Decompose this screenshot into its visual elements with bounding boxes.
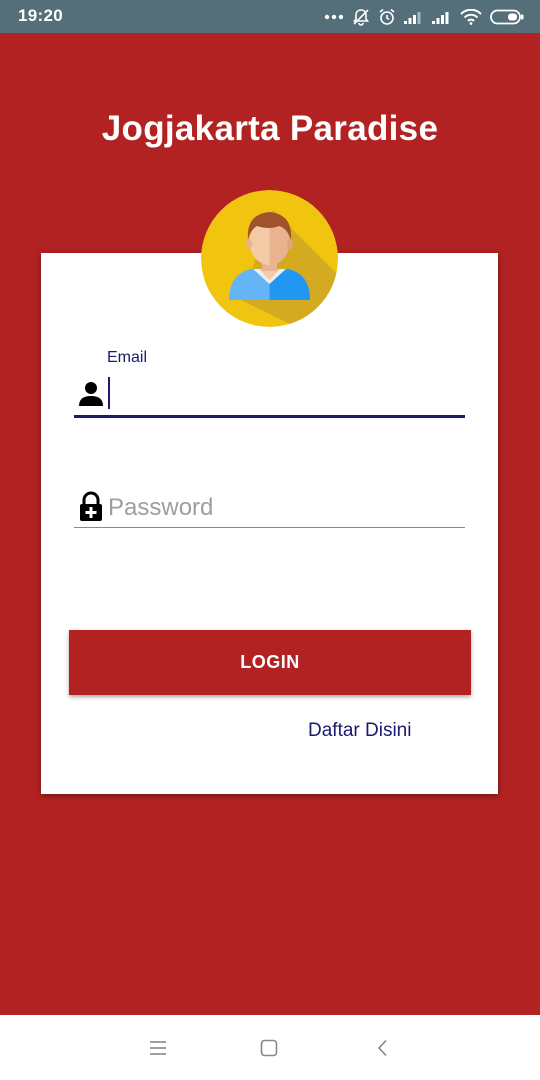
avatar-icon (201, 190, 338, 327)
menu-icon[interactable] (145, 1035, 171, 1061)
login-card: Email LOGIN Daftar Disini (41, 253, 498, 794)
notifications-off-icon (352, 8, 370, 26)
navigation-bar (0, 1015, 540, 1080)
app-title: Jogjakarta Paradise (101, 109, 439, 148)
email-input[interactable] (108, 377, 458, 409)
app-area: Jogjakarta Paradise Email LOGIN Daftar D… (0, 33, 540, 1015)
person-icon (78, 379, 104, 409)
password-field-row (74, 489, 465, 528)
back-icon[interactable] (370, 1035, 396, 1061)
register-link[interactable]: Daftar Disini (308, 720, 411, 742)
battery-icon (490, 9, 524, 25)
status-icons (324, 6, 524, 28)
more-dots-icon (324, 14, 344, 20)
password-input[interactable] (108, 491, 458, 525)
email-label: Email (107, 349, 148, 366)
signal-icon (432, 10, 452, 24)
login-button[interactable]: LOGIN (69, 630, 471, 695)
alarm-icon (378, 8, 396, 26)
wifi-icon (460, 9, 482, 25)
home-icon[interactable] (256, 1035, 282, 1061)
email-field-row (74, 373, 465, 418)
status-bar: 19:20 (0, 0, 540, 33)
lock-icon (78, 491, 104, 521)
signal-icon (404, 10, 424, 24)
status-time: 19:20 (18, 6, 63, 25)
